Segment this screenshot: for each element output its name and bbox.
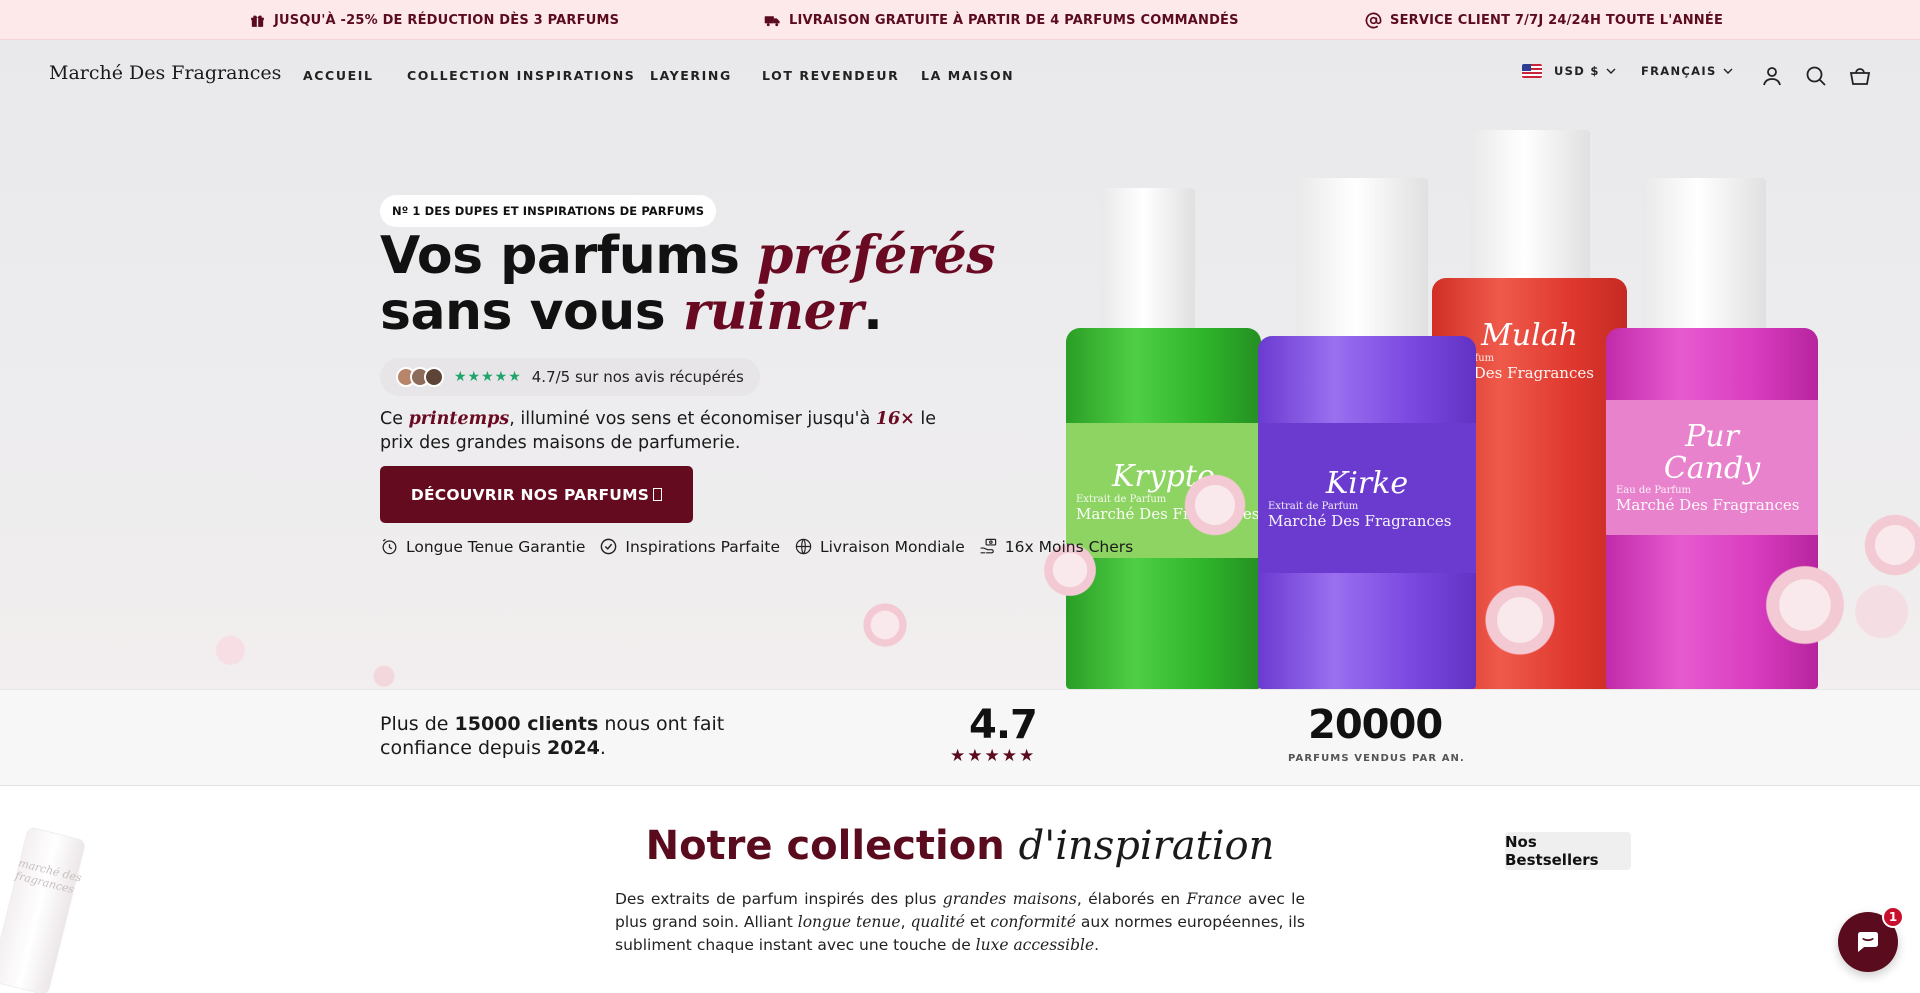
blossom [1760, 560, 1850, 650]
nav-layering[interactable]: LAYERING [650, 68, 732, 83]
rating-value: 4.7 [969, 702, 1038, 748]
chevron-down-icon [1723, 68, 1733, 74]
announcement-item: SERVICE CLIENT 7/7J 24/24H TOUTE L'ANNÉE [1365, 0, 1723, 40]
nav-lot-revendeur[interactable]: LOT REVENDEUR [762, 68, 899, 83]
rating-stars: ★★★★★ [950, 746, 1037, 766]
bestsellers-button[interactable]: Nos Bestsellers [1505, 832, 1631, 870]
at-icon [1365, 12, 1382, 28]
collection-title: Notre collection d'inspiration [645, 823, 1275, 869]
us-flag-icon [1522, 64, 1542, 78]
chat-bubble-icon [1858, 932, 1878, 952]
language-selector[interactable]: FRANÇAIS [1641, 64, 1733, 78]
announcement-item: JUSQU'À -25% DE RÉDUCTION DÈS 3 PARFUMS [249, 0, 619, 40]
hero-headline: Vos parfums préférés sans vous ruiner. [380, 225, 996, 342]
bottle-kirke: Kirke Extrait de Parfum Marché Des Fragr… [1258, 178, 1476, 689]
nav-la-maison[interactable]: LA MAISON [921, 68, 1014, 83]
feature-item: 16x Moins Chers [979, 537, 1133, 556]
blossom [860, 600, 910, 650]
sold-caption: PARFUMS VENDUS PAR AN. [1288, 753, 1465, 764]
sold-value: 20000 [1308, 702, 1443, 748]
currency-selector[interactable]: USD $ [1522, 64, 1616, 78]
rating-text: 4.7/5 sur nos avis récupérés [531, 368, 744, 386]
announcement-bar: JUSQU'À -25% DE RÉDUCTION DÈS 3 PARFUMS … [0, 0, 1920, 40]
hero-features: Longue Tenue Garantie Inspirations Parfa… [380, 537, 1133, 556]
clock-icon [382, 538, 397, 555]
feature-item: Inspirations Parfaite [599, 537, 780, 556]
search-icon[interactable] [1804, 64, 1828, 88]
hero-badge: Nº 1 DES DUPES ET INSPIRATIONS DE PARFUM… [380, 195, 717, 227]
truck-icon [764, 15, 780, 26]
cart-icon[interactable] [1848, 64, 1872, 88]
chat-notification-badge: 1 [1882, 906, 1904, 928]
nav-accueil[interactable]: ACCUEIL [303, 68, 374, 83]
rating-pill: ★★★★★ 4.7/5 sur nos avis récupérés [380, 358, 760, 396]
blossom [1480, 580, 1560, 660]
account-icon[interactable] [1760, 64, 1784, 88]
collection-description: Des extraits de parfum inspirés des plus… [615, 890, 1305, 954]
blossom [1180, 470, 1250, 540]
gift-icon [251, 14, 264, 27]
check-circle-icon [601, 538, 617, 555]
feature-item: Longue Tenue Garantie [380, 537, 585, 556]
feature-item: Livraison Mondiale [794, 537, 965, 556]
nav-collection-inspirations[interactable]: COLLECTION INSPIRATIONS [407, 68, 635, 83]
hero-section: Mulah de Parfum ché Des Fragrances Krypt… [0, 40, 1920, 689]
trust-statement: Plus de 15000 clients nous ont fait conf… [380, 713, 725, 759]
discover-perfumes-button[interactable]: DÉCOUVRIR NOS PARFUMS [380, 466, 693, 523]
customer-avatars [396, 367, 444, 387]
rating-stars: ★★★★★ [454, 369, 522, 385]
money-hand-icon [980, 538, 996, 554]
hero-subtext: Ce printemps, illuminé vos sens et écono… [380, 409, 936, 453]
site-logo[interactable]: Marché Des Fragrances [49, 62, 281, 84]
chevron-down-icon [1606, 68, 1616, 74]
announcement-item: LIVRAISON GRATUITE À PARTIR DE 4 PARFUMS… [764, 0, 1239, 40]
stats-band: Plus de 15000 clients nous ont fait conf… [0, 689, 1920, 786]
globe-icon [795, 538, 812, 555]
avatar [424, 367, 444, 387]
box-glyph-icon [653, 488, 663, 501]
